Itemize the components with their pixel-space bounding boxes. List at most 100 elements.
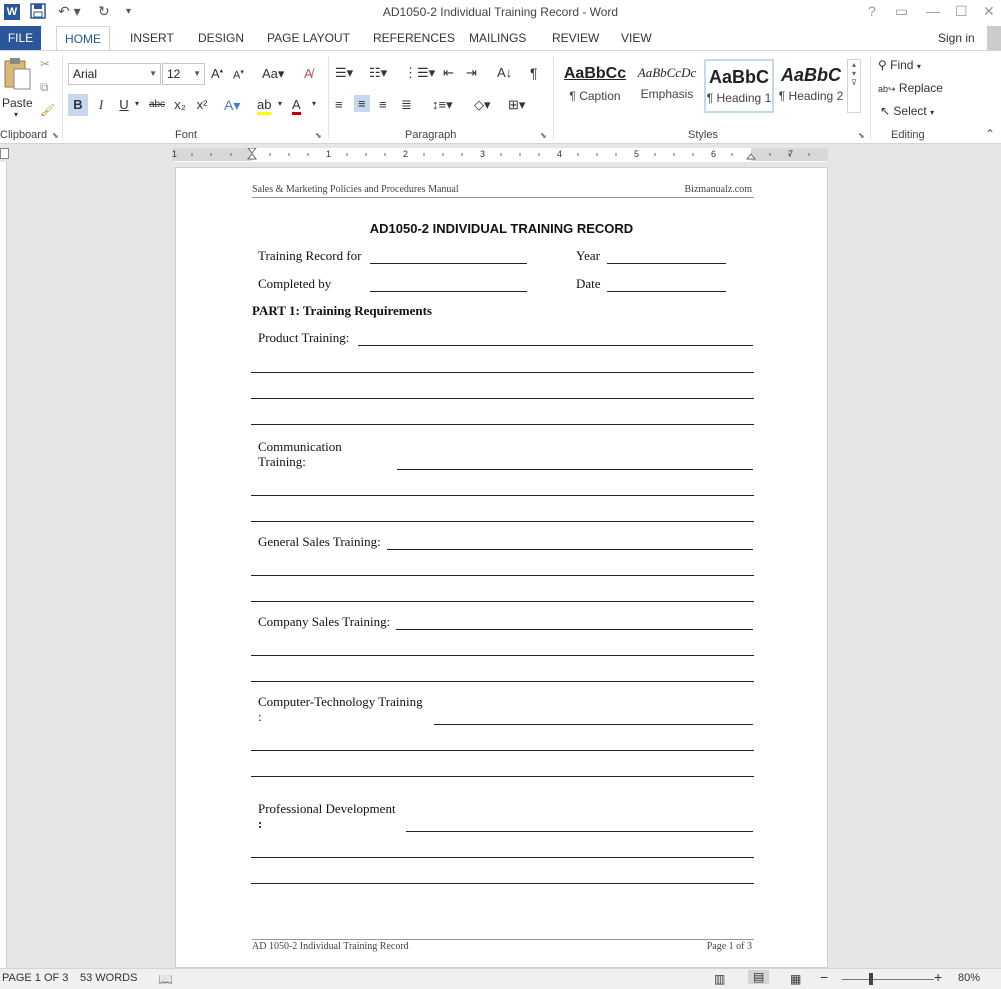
- shading-icon[interactable]: ◇▾: [474, 97, 491, 113]
- style-emphasis[interactable]: AaBbCcDc Emphasis: [632, 59, 702, 113]
- justify-icon[interactable]: ≣: [401, 97, 412, 113]
- professional-development-field[interactable]: [406, 831, 753, 832]
- ribbon-display-icon[interactable]: ▭: [895, 3, 908, 20]
- communication-training-line[interactable]: [251, 521, 754, 522]
- decrease-indent-icon[interactable]: ⇤: [443, 65, 454, 81]
- computer-technology-training-field[interactable]: [434, 724, 753, 725]
- italic-button[interactable]: I: [91, 94, 111, 116]
- text-effects-icon[interactable]: A▾: [224, 97, 240, 114]
- zoom-in-icon[interactable]: +: [934, 969, 942, 985]
- tab-file[interactable]: FILE: [0, 26, 41, 50]
- select-button[interactable]: ↖ Select ▾: [880, 104, 934, 118]
- product-training-line[interactable]: [251, 398, 754, 399]
- replace-button[interactable]: ab↪ Replace: [878, 81, 943, 95]
- general-sales-training-line[interactable]: [251, 601, 754, 602]
- tab-page-layout[interactable]: PAGE LAYOUT: [259, 26, 358, 51]
- subscript-button[interactable]: x₂: [170, 94, 190, 116]
- completed-by-field[interactable]: [370, 291, 527, 292]
- styles-launcher-icon[interactable]: ⬊: [858, 131, 865, 140]
- date-field[interactable]: [607, 291, 726, 292]
- paste-button[interactable]: Paste ▾: [2, 57, 34, 127]
- tab-review[interactable]: REVIEW: [544, 26, 607, 51]
- sign-in-link[interactable]: Sign in: [938, 31, 975, 45]
- underline-button[interactable]: U: [114, 94, 134, 116]
- web-layout-icon[interactable]: ▦: [790, 972, 801, 986]
- company-sales-training-field[interactable]: [396, 629, 753, 630]
- align-right-icon[interactable]: ≡: [379, 97, 387, 112]
- borders-icon[interactable]: ⊞▾: [508, 97, 525, 113]
- general-sales-training-field[interactable]: [387, 549, 753, 550]
- paragraph-launcher-icon[interactable]: ⬊: [540, 131, 547, 140]
- highlight-dropdown-icon[interactable]: ▾: [278, 99, 282, 108]
- bold-button[interactable]: B: [68, 94, 88, 116]
- print-layout-icon[interactable]: ▤: [748, 970, 770, 984]
- tab-design[interactable]: DESIGN: [190, 26, 252, 51]
- tab-insert[interactable]: INSERT: [122, 26, 182, 51]
- cut-icon[interactable]: ✂: [40, 57, 50, 71]
- zoom-slider-thumb[interactable]: [869, 973, 873, 985]
- font-launcher-icon[interactable]: ⬊: [315, 131, 322, 140]
- document-page[interactable]: Sales & Marketing Policies and Procedure…: [175, 167, 828, 968]
- vertical-ruler[interactable]: [0, 162, 7, 968]
- company-sales-training-line[interactable]: [251, 655, 754, 656]
- clear-formatting-icon[interactable]: A̸: [304, 66, 313, 81]
- font-family-select[interactable]: Arial ▼: [68, 63, 161, 85]
- avatar[interactable]: [987, 26, 1001, 50]
- tab-mailings[interactable]: MAILINGS: [461, 26, 534, 51]
- zoom-level[interactable]: 80%: [958, 972, 980, 984]
- zoom-slider[interactable]: [842, 979, 934, 980]
- read-mode-icon[interactable]: ▥: [714, 972, 725, 986]
- font-color-dropdown-icon[interactable]: ▾: [312, 99, 316, 108]
- tab-home[interactable]: HOME: [56, 26, 110, 51]
- grow-font-icon[interactable]: A▴: [211, 66, 223, 81]
- bullets-icon[interactable]: ☰▾: [335, 65, 353, 81]
- page-count[interactable]: PAGE 1 OF 3: [2, 972, 68, 984]
- font-color-icon[interactable]: A: [292, 97, 301, 115]
- copy-icon[interactable]: ⧉: [40, 80, 49, 95]
- training-record-for-field[interactable]: [370, 263, 527, 264]
- style-caption[interactable]: AaBbCc ¶ Caption: [560, 59, 630, 113]
- computer-technology-training-line[interactable]: [251, 776, 754, 777]
- communication-training-line[interactable]: [251, 495, 754, 496]
- clipboard-launcher-icon[interactable]: ⬊: [52, 131, 59, 140]
- highlight-icon[interactable]: ab: [257, 97, 272, 115]
- communication-training-field[interactable]: [397, 469, 753, 470]
- professional-development-line[interactable]: [251, 857, 754, 858]
- professional-development-line[interactable]: [251, 883, 754, 884]
- general-sales-training-line[interactable]: [251, 575, 754, 576]
- help-icon[interactable]: ?: [868, 3, 876, 19]
- tab-view[interactable]: VIEW: [613, 26, 660, 51]
- shrink-font-icon[interactable]: A▾: [233, 68, 244, 82]
- line-spacing-icon[interactable]: ↕≡▾: [432, 97, 453, 113]
- computer-technology-training-line[interactable]: [251, 750, 754, 751]
- show-formatting-icon[interactable]: ¶: [530, 65, 538, 81]
- change-case-icon[interactable]: Aa▾: [262, 66, 284, 82]
- product-training-line[interactable]: [251, 424, 754, 425]
- word-count[interactable]: 53 WORDS: [80, 972, 137, 984]
- multilevel-list-icon[interactable]: ⋮☰▾: [404, 65, 435, 81]
- tab-references[interactable]: REFERENCES: [365, 26, 463, 51]
- zoom-out-icon[interactable]: −: [820, 969, 828, 985]
- tab-selector[interactable]: [0, 148, 9, 159]
- increase-indent-icon[interactable]: ⇥: [466, 65, 477, 81]
- collapse-ribbon-icon[interactable]: ⌃: [985, 127, 995, 141]
- format-painter-icon[interactable]: 🖌: [40, 103, 55, 117]
- align-left-icon[interactable]: ≡: [335, 97, 343, 112]
- company-sales-training-line[interactable]: [251, 681, 754, 682]
- proofing-icon[interactable]: 📖: [158, 972, 173, 986]
- close-icon[interactable]: ✕: [983, 3, 995, 20]
- numbering-icon[interactable]: ☷▾: [369, 65, 387, 81]
- align-center-icon[interactable]: ≡: [354, 95, 370, 112]
- sort-icon[interactable]: A↓: [497, 65, 512, 80]
- year-field[interactable]: [607, 263, 726, 264]
- font-size-select[interactable]: 12 ▼: [162, 63, 205, 85]
- underline-dropdown-icon[interactable]: ▾: [135, 99, 139, 108]
- style-heading-2[interactable]: AaBbC ¶ Heading 2: [776, 59, 846, 113]
- strikethrough-button[interactable]: abc: [147, 94, 167, 116]
- superscript-button[interactable]: x²: [192, 94, 212, 116]
- product-training-field[interactable]: [358, 345, 753, 346]
- find-button[interactable]: ⚲ Find ▾: [878, 58, 921, 72]
- style-heading-1[interactable]: AaBbC ¶ Heading 1: [704, 59, 774, 113]
- styles-gallery-scroll[interactable]: ▴ ▾ ⊽: [847, 59, 861, 113]
- minimize-icon[interactable]: —: [926, 3, 940, 19]
